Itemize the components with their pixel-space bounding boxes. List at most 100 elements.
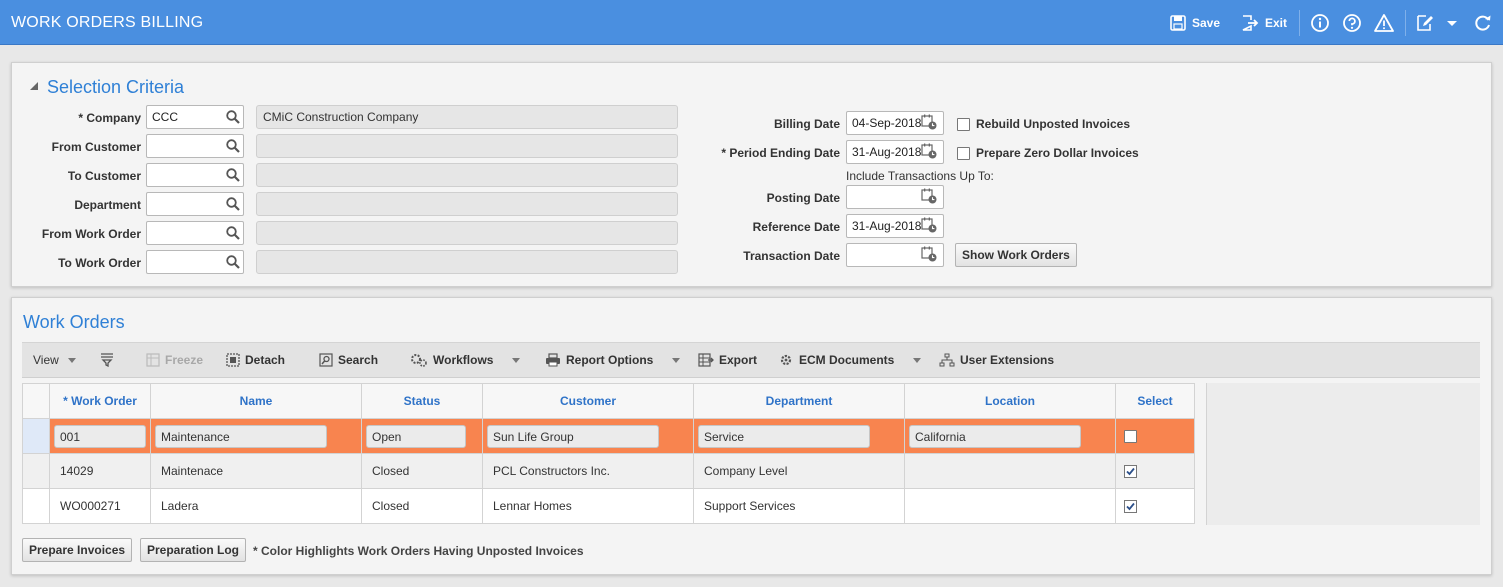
search-icon[interactable]: [225, 254, 241, 270]
prepare-invoices-button[interactable]: Prepare Invoices: [22, 538, 133, 562]
freeze-button[interactable]: Freeze: [146, 353, 203, 367]
work-orders-panel: Work Orders View Freeze Detach Search Wo…: [11, 297, 1492, 575]
name-cell: Maintenace: [150, 453, 362, 489]
to-work-order-label: To Work Order: [58, 256, 141, 270]
exit-label: Exit: [1265, 16, 1288, 30]
workflows-icon: [411, 354, 427, 367]
grid-toolbar: View Freeze Detach Search Workflows Repo…: [22, 342, 1480, 378]
calendar-icon[interactable]: [921, 246, 937, 262]
detach-label: Detach: [245, 353, 286, 367]
exit-button[interactable]: Exit: [1241, 13, 1287, 33]
posting-date-label: Posting Date: [766, 191, 840, 205]
status-cell: Closed: [361, 488, 483, 524]
report-options-menu[interactable]: Report Options: [545, 353, 681, 367]
customer-cell: Lennar Homes: [482, 488, 694, 524]
column-header-name[interactable]: Name: [150, 383, 362, 419]
chevron-down-icon: [672, 357, 681, 363]
collapse-icon[interactable]: [29, 81, 39, 91]
reference-date-label: Reference Date: [752, 220, 840, 234]
name-cell[interactable]: Maintenance: [155, 424, 327, 448]
rebuild-unposted-invoices-label: Rebuild Unposted Invoices: [976, 117, 1131, 131]
column-header-select[interactable]: Select: [1115, 383, 1195, 419]
table-row[interactable]: 001 Maintenance Open Sun Life Group Serv…: [22, 418, 1195, 454]
customer-cell[interactable]: Sun Life Group: [487, 424, 659, 448]
table-row[interactable]: WO000271 Ladera Closed Lennar Homes Supp…: [22, 488, 1195, 524]
select-checkbox-checked[interactable]: [1124, 464, 1137, 478]
name-cell: Ladera: [150, 488, 362, 524]
row-selector[interactable]: [22, 453, 50, 489]
user-extensions-label: User Extensions: [960, 353, 1055, 367]
save-button[interactable]: Save: [1170, 13, 1220, 33]
department-cell[interactable]: Service: [698, 424, 870, 448]
customer-cell: PCL Constructors Inc.: [482, 453, 694, 489]
select-checkbox-checked[interactable]: [1124, 499, 1137, 513]
work-order-cell[interactable]: 001: [54, 424, 146, 448]
edit-icon[interactable]: [1415, 13, 1435, 33]
user-extensions-button[interactable]: User Extensions: [939, 353, 1054, 367]
chevron-down-icon[interactable]: [1442, 13, 1462, 33]
row-selector[interactable]: [22, 488, 50, 524]
from-work-order-name-display: [256, 221, 678, 245]
prepare-zero-dollar-invoices-checkbox[interactable]: [957, 147, 970, 160]
view-label: View: [33, 353, 59, 367]
status-cell[interactable]: Open: [366, 424, 466, 448]
view-menu[interactable]: View: [33, 353, 76, 367]
column-header-customer[interactable]: Customer: [482, 383, 694, 419]
transaction-date-label: Transaction Date: [743, 249, 840, 263]
column-header-status[interactable]: Status: [361, 383, 483, 419]
calendar-icon[interactable]: [921, 188, 937, 204]
to-customer-label: To Customer: [67, 169, 141, 183]
exit-icon: [1242, 15, 1259, 31]
search-icon[interactable]: [225, 109, 241, 125]
column-header-location[interactable]: Location: [904, 383, 1116, 419]
selection-criteria-panel: Selection Criteria * Company From Custom…: [11, 62, 1492, 287]
period-ending-date-label: * Period Ending Date: [721, 146, 840, 160]
info-icon[interactable]: [1310, 13, 1330, 33]
toolbar-divider: [1299, 10, 1300, 36]
calendar-icon[interactable]: [921, 143, 937, 159]
location-cell: [904, 488, 1116, 524]
work-order-cell: WO000271: [49, 488, 151, 524]
table-row[interactable]: 14029 Maintenace Closed PCL Constructors…: [22, 453, 1195, 489]
department-name-display: [256, 192, 678, 216]
chevron-down-icon: [913, 357, 922, 363]
column-header-department[interactable]: Department: [693, 383, 905, 419]
ecm-documents-menu[interactable]: ECM Documents: [778, 353, 922, 367]
report-options-label: Report Options: [566, 353, 654, 367]
select-checkbox[interactable]: [1124, 430, 1137, 443]
search-label: Search: [338, 353, 379, 367]
search-icon[interactable]: [225, 138, 241, 154]
preparation-log-button[interactable]: Preparation Log: [140, 538, 247, 562]
filter-button[interactable]: [100, 353, 116, 367]
freeze-label: Freeze: [165, 353, 204, 367]
row-selector[interactable]: [22, 418, 50, 454]
work-orders-table: * Work Order Name Status Customer Depart…: [22, 383, 1195, 524]
work-order-cell: 14029: [49, 453, 151, 489]
grid-empty-area: [1206, 383, 1480, 525]
export-label: Export: [719, 353, 758, 367]
search-icon[interactable]: [225, 196, 241, 212]
print-icon: [546, 353, 560, 367]
prepare-zero-dollar-invoices-label: Prepare Zero Dollar Invoices: [976, 146, 1139, 160]
refresh-icon[interactable]: [1473, 13, 1493, 33]
search-icon[interactable]: [225, 167, 241, 183]
search-button[interactable]: Search: [319, 353, 378, 367]
export-button[interactable]: Export: [698, 353, 757, 367]
help-icon[interactable]: [1342, 13, 1362, 33]
calendar-icon[interactable]: [921, 114, 937, 130]
warning-icon[interactable]: [1374, 13, 1394, 33]
rebuild-unposted-invoices-checkbox[interactable]: [957, 118, 970, 131]
column-header-work-order[interactable]: * Work Order: [49, 383, 151, 419]
highlight-note: * Color Highlights Work Orders Having Un…: [253, 544, 584, 558]
show-work-orders-button[interactable]: Show Work Orders: [955, 243, 1077, 267]
location-cell[interactable]: California: [909, 424, 1081, 448]
calendar-icon[interactable]: [921, 217, 937, 233]
filter-icon: [101, 353, 113, 367]
freeze-icon: [146, 353, 160, 367]
workflows-menu[interactable]: Workflows: [410, 353, 521, 367]
workflows-label: Workflows: [433, 353, 494, 367]
billing-date-label: Billing Date: [773, 117, 840, 131]
from-customer-name-display: [256, 134, 678, 158]
search-icon[interactable]: [225, 225, 241, 241]
detach-button[interactable]: Detach: [226, 353, 285, 367]
